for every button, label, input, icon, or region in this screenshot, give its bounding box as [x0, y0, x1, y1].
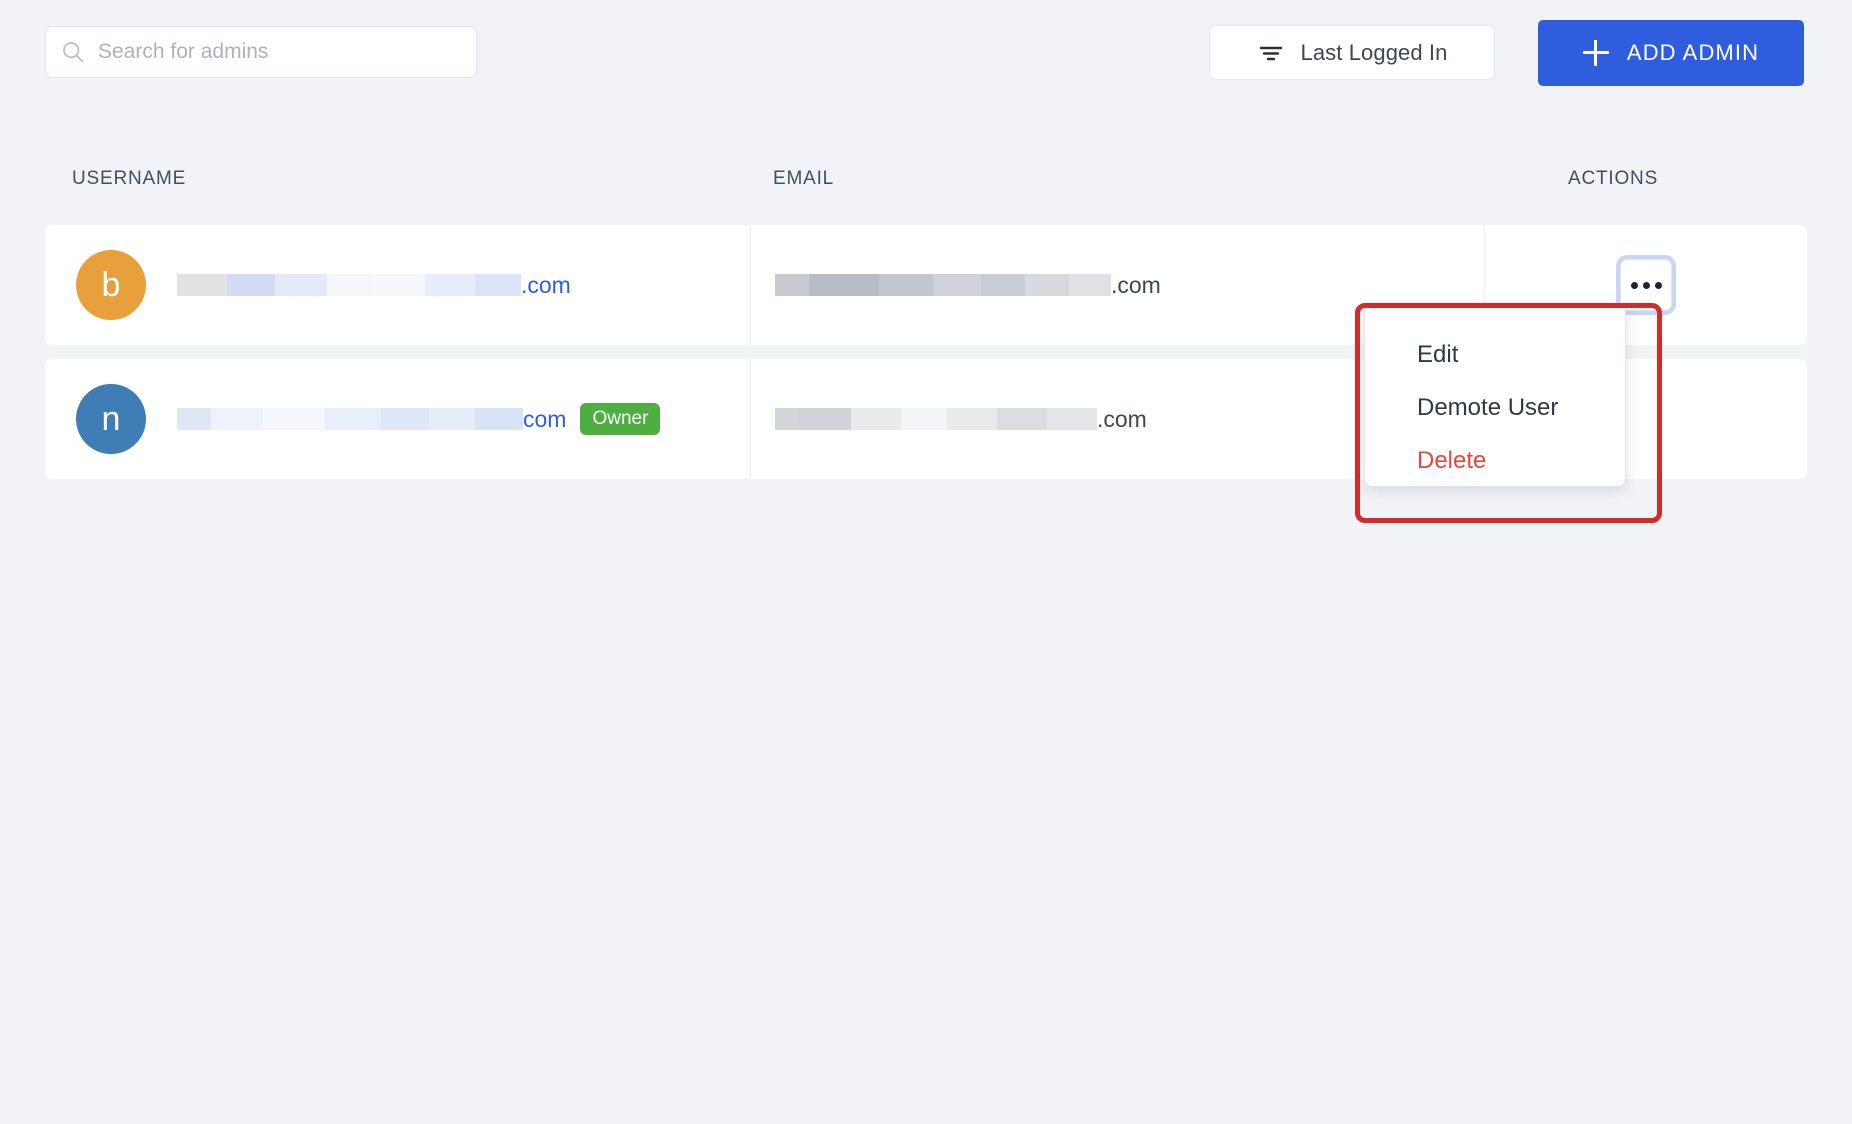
- search-icon: [63, 42, 84, 63]
- redaction-block: [263, 408, 325, 430]
- username-value: .com: [177, 272, 571, 299]
- email-tail: .com: [1111, 271, 1161, 298]
- column-header-username: USERNAME: [72, 168, 187, 189]
- username-tail: com: [523, 405, 567, 432]
- email-value: .com: [775, 406, 1147, 433]
- redaction-block: [901, 408, 947, 430]
- avatar-initial: b: [101, 266, 121, 304]
- avatar: b: [76, 250, 146, 320]
- redaction-block: [851, 408, 901, 430]
- row-actions-dropdown: Edit Demote User Delete: [1364, 305, 1626, 487]
- sort-label: Last Logged In: [1300, 39, 1448, 65]
- search-input[interactable]: [98, 40, 460, 64]
- ellipsis-icon: [1630, 281, 1638, 289]
- redaction-block: [373, 274, 425, 296]
- redaction-block: [429, 408, 475, 430]
- username-value: com Owner: [177, 403, 661, 435]
- redaction-block: [381, 408, 429, 430]
- redaction-block: [425, 274, 475, 296]
- redaction-block: [981, 274, 1025, 296]
- redaction-block: [275, 274, 327, 296]
- cell-username: b .com: [45, 225, 751, 345]
- menu-item-demote-user[interactable]: Demote User: [1365, 381, 1625, 434]
- sort-filter-icon: [1259, 46, 1282, 60]
- plus-icon: [1582, 40, 1609, 66]
- row-actions-menu-button[interactable]: [1620, 259, 1672, 311]
- menu-item-edit[interactable]: Edit: [1365, 328, 1625, 381]
- redaction-block: [775, 408, 799, 430]
- redaction-block: [475, 274, 521, 296]
- ellipsis-icon: [1642, 281, 1650, 289]
- redaction-block: [1025, 274, 1069, 296]
- ellipsis-icon: [1654, 281, 1662, 289]
- username-tail: .com: [521, 271, 571, 298]
- avatar: n: [76, 384, 146, 454]
- redaction-block: [879, 274, 933, 296]
- column-header-email: EMAIL: [773, 168, 835, 189]
- redaction-block: [325, 408, 381, 430]
- owner-badge: Owner: [580, 403, 661, 435]
- sort-last-logged-in-button[interactable]: Last Logged In: [1209, 25, 1495, 80]
- redaction-block: [177, 408, 211, 430]
- redaction-block: [211, 408, 263, 430]
- add-admin-button[interactable]: ADD ADMIN: [1538, 20, 1804, 86]
- redaction-block: [475, 408, 523, 430]
- table-header-row: USERNAME EMAIL ACTIONS: [0, 168, 1852, 208]
- email-value: .com: [775, 272, 1161, 299]
- add-admin-label: ADD ADMIN: [1626, 40, 1760, 65]
- toolbar: Last Logged In ADD ADMIN: [0, 0, 1852, 102]
- avatar-initial: n: [101, 400, 121, 438]
- redaction-block: [947, 408, 997, 430]
- menu-item-delete[interactable]: Delete: [1365, 434, 1625, 487]
- redaction-block: [327, 274, 373, 296]
- redaction-block: [227, 274, 275, 296]
- cell-username: n com Owner: [45, 359, 751, 479]
- redaction-block: [1047, 408, 1097, 430]
- redaction-block: [775, 274, 809, 296]
- email-tail: .com: [1097, 405, 1147, 432]
- search-box[interactable]: [45, 26, 477, 78]
- redaction-block: [799, 408, 851, 430]
- redaction-block: [997, 408, 1047, 430]
- column-header-actions: ACTIONS: [1568, 168, 1659, 189]
- redaction-block: [177, 274, 227, 296]
- redaction-block: [1069, 274, 1111, 296]
- redaction-block: [809, 274, 879, 296]
- redaction-block: [933, 274, 981, 296]
